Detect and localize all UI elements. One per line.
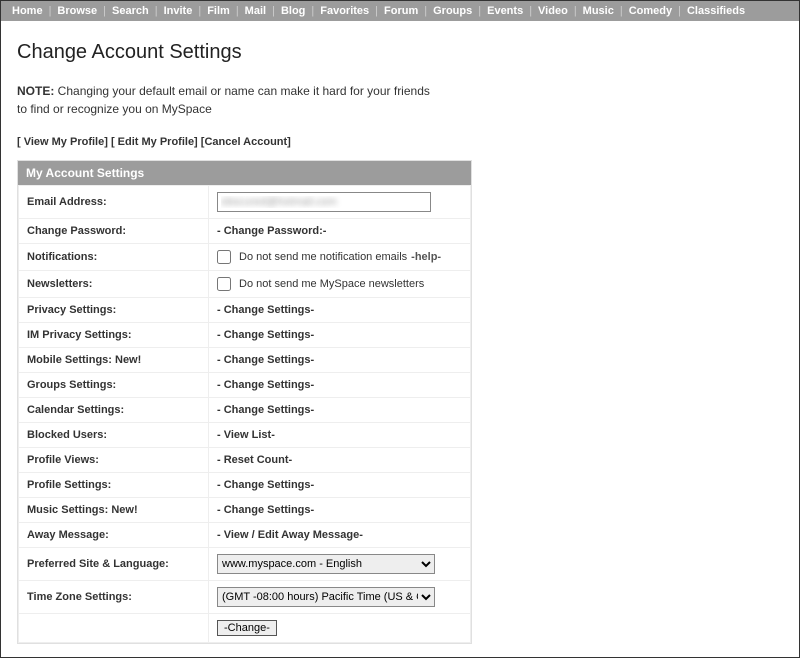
nav-events[interactable]: Events xyxy=(484,5,526,17)
change-button[interactable]: -Change- xyxy=(217,620,277,636)
notifications-help-link[interactable]: -help- xyxy=(411,251,441,263)
row-blocked: Blocked Users: - View List- xyxy=(19,423,471,448)
settings-panel: My Account Settings Email Address: Chang… xyxy=(17,160,472,644)
page-title: Change Account Settings xyxy=(17,41,783,64)
nav-home[interactable]: Home xyxy=(9,5,46,17)
music-settings-link[interactable]: - Change Settings- xyxy=(217,504,314,516)
page: Home| Browse| Search| Invite| Film| Mail… xyxy=(0,0,800,658)
row-mobile: Mobile Settings: New! - Change Settings- xyxy=(19,348,471,373)
away-label: Away Message: xyxy=(19,523,209,548)
content: Change Account Settings NOTE: Changing y… xyxy=(1,21,799,656)
row-music: Music Settings: New! - Change Settings- xyxy=(19,498,471,523)
calendar-label: Calendar Settings: xyxy=(19,398,209,423)
site-language-select[interactable]: www.myspace.com - English xyxy=(217,554,435,574)
groups-label: Groups Settings: xyxy=(19,373,209,398)
row-timezone: Time Zone Settings: (GMT -08:00 hours) P… xyxy=(19,581,471,614)
nav-film[interactable]: Film xyxy=(204,5,233,17)
cancel-account-link[interactable]: [Cancel Account] xyxy=(201,136,291,148)
panel-header: My Account Settings xyxy=(18,161,471,185)
note-text: NOTE: Changing your default email or nam… xyxy=(17,82,783,118)
row-groups: Groups Settings: - Change Settings- xyxy=(19,373,471,398)
newsletters-label: Newsletters: xyxy=(19,271,209,298)
row-newsletters: Newsletters: Do not send me MySpace news… xyxy=(19,271,471,298)
away-message-link[interactable]: - View / Edit Away Message- xyxy=(217,529,363,541)
notifications-cb-label: Do not send me notification emails xyxy=(239,251,407,263)
notifications-checkbox[interactable] xyxy=(217,250,231,264)
change-password-label: Change Password: xyxy=(19,219,209,244)
view-profile-link[interactable]: [ View My Profile] xyxy=(17,136,108,148)
newsletters-cb-label: Do not send me MySpace newsletters xyxy=(239,278,424,290)
nav-groups[interactable]: Groups xyxy=(430,5,475,17)
row-privacy: Privacy Settings: - Change Settings- xyxy=(19,298,471,323)
notifications-label: Notifications: xyxy=(19,244,209,271)
nav-comedy[interactable]: Comedy xyxy=(626,5,675,17)
mobile-link[interactable]: - Change Settings- xyxy=(217,354,314,366)
im-privacy-link[interactable]: - Change Settings- xyxy=(217,329,314,341)
row-submit: -Change- xyxy=(19,614,471,643)
note-bold: NOTE: xyxy=(17,84,54,98)
music-label: Music Settings: New! xyxy=(19,498,209,523)
timezone-select[interactable]: (GMT -08:00 hours) Pacific Time (US & Ca… xyxy=(217,587,435,607)
nav-mail[interactable]: Mail xyxy=(242,5,269,17)
settings-table: Email Address: Change Password: - Change… xyxy=(18,185,471,643)
note-line2: to find or recognize you on MySpace xyxy=(17,102,212,116)
privacy-link[interactable]: - Change Settings- xyxy=(217,304,314,316)
row-profile-settings: Profile Settings: - Change Settings- xyxy=(19,473,471,498)
site-language-label: Preferred Site & Language: xyxy=(19,548,209,581)
profile-views-label: Profile Views: xyxy=(19,448,209,473)
nav-invite[interactable]: Invite xyxy=(161,5,196,17)
row-site-language: Preferred Site & Language: www.myspace.c… xyxy=(19,548,471,581)
row-away: Away Message: - View / Edit Away Message… xyxy=(19,523,471,548)
profile-action-links: [ View My Profile] [ Edit My Profile] [C… xyxy=(17,136,783,148)
reset-count-link[interactable]: - Reset Count- xyxy=(217,454,292,466)
note-line1: Changing your default email or name can … xyxy=(54,84,430,98)
nav-blog[interactable]: Blog xyxy=(278,5,308,17)
blocked-label: Blocked Users: xyxy=(19,423,209,448)
nav-forum[interactable]: Forum xyxy=(381,5,421,17)
groups-link[interactable]: - Change Settings- xyxy=(217,379,314,391)
nav-classifieds[interactable]: Classifieds xyxy=(684,5,748,17)
row-notifications: Notifications: Do not send me notificati… xyxy=(19,244,471,271)
nav-favorites[interactable]: Favorites xyxy=(317,5,372,17)
change-password-link[interactable]: - Change Password:- xyxy=(217,225,326,237)
mobile-label: Mobile Settings: New! xyxy=(19,348,209,373)
nav-browse[interactable]: Browse xyxy=(54,5,100,17)
profile-settings-link[interactable]: - Change Settings- xyxy=(217,479,314,491)
nav-music[interactable]: Music xyxy=(580,5,617,17)
privacy-label: Privacy Settings: xyxy=(19,298,209,323)
calendar-link[interactable]: - Change Settings- xyxy=(217,404,314,416)
edit-profile-link[interactable]: [ Edit My Profile] xyxy=(111,136,198,148)
email-label: Email Address: xyxy=(19,186,209,219)
row-calendar: Calendar Settings: - Change Settings- xyxy=(19,398,471,423)
timezone-label: Time Zone Settings: xyxy=(19,581,209,614)
nav-search[interactable]: Search xyxy=(109,5,152,17)
row-change-password: Change Password: - Change Password:- xyxy=(19,219,471,244)
email-field[interactable] xyxy=(217,192,431,212)
top-nav: Home| Browse| Search| Invite| Film| Mail… xyxy=(1,1,799,21)
nav-video[interactable]: Video xyxy=(535,5,571,17)
blocked-link[interactable]: - View List- xyxy=(217,429,275,441)
newsletters-checkbox[interactable] xyxy=(217,277,231,291)
im-privacy-label: IM Privacy Settings: xyxy=(19,323,209,348)
row-im-privacy: IM Privacy Settings: - Change Settings- xyxy=(19,323,471,348)
profile-settings-label: Profile Settings: xyxy=(19,473,209,498)
row-email: Email Address: xyxy=(19,186,471,219)
row-profile-views: Profile Views: - Reset Count- xyxy=(19,448,471,473)
